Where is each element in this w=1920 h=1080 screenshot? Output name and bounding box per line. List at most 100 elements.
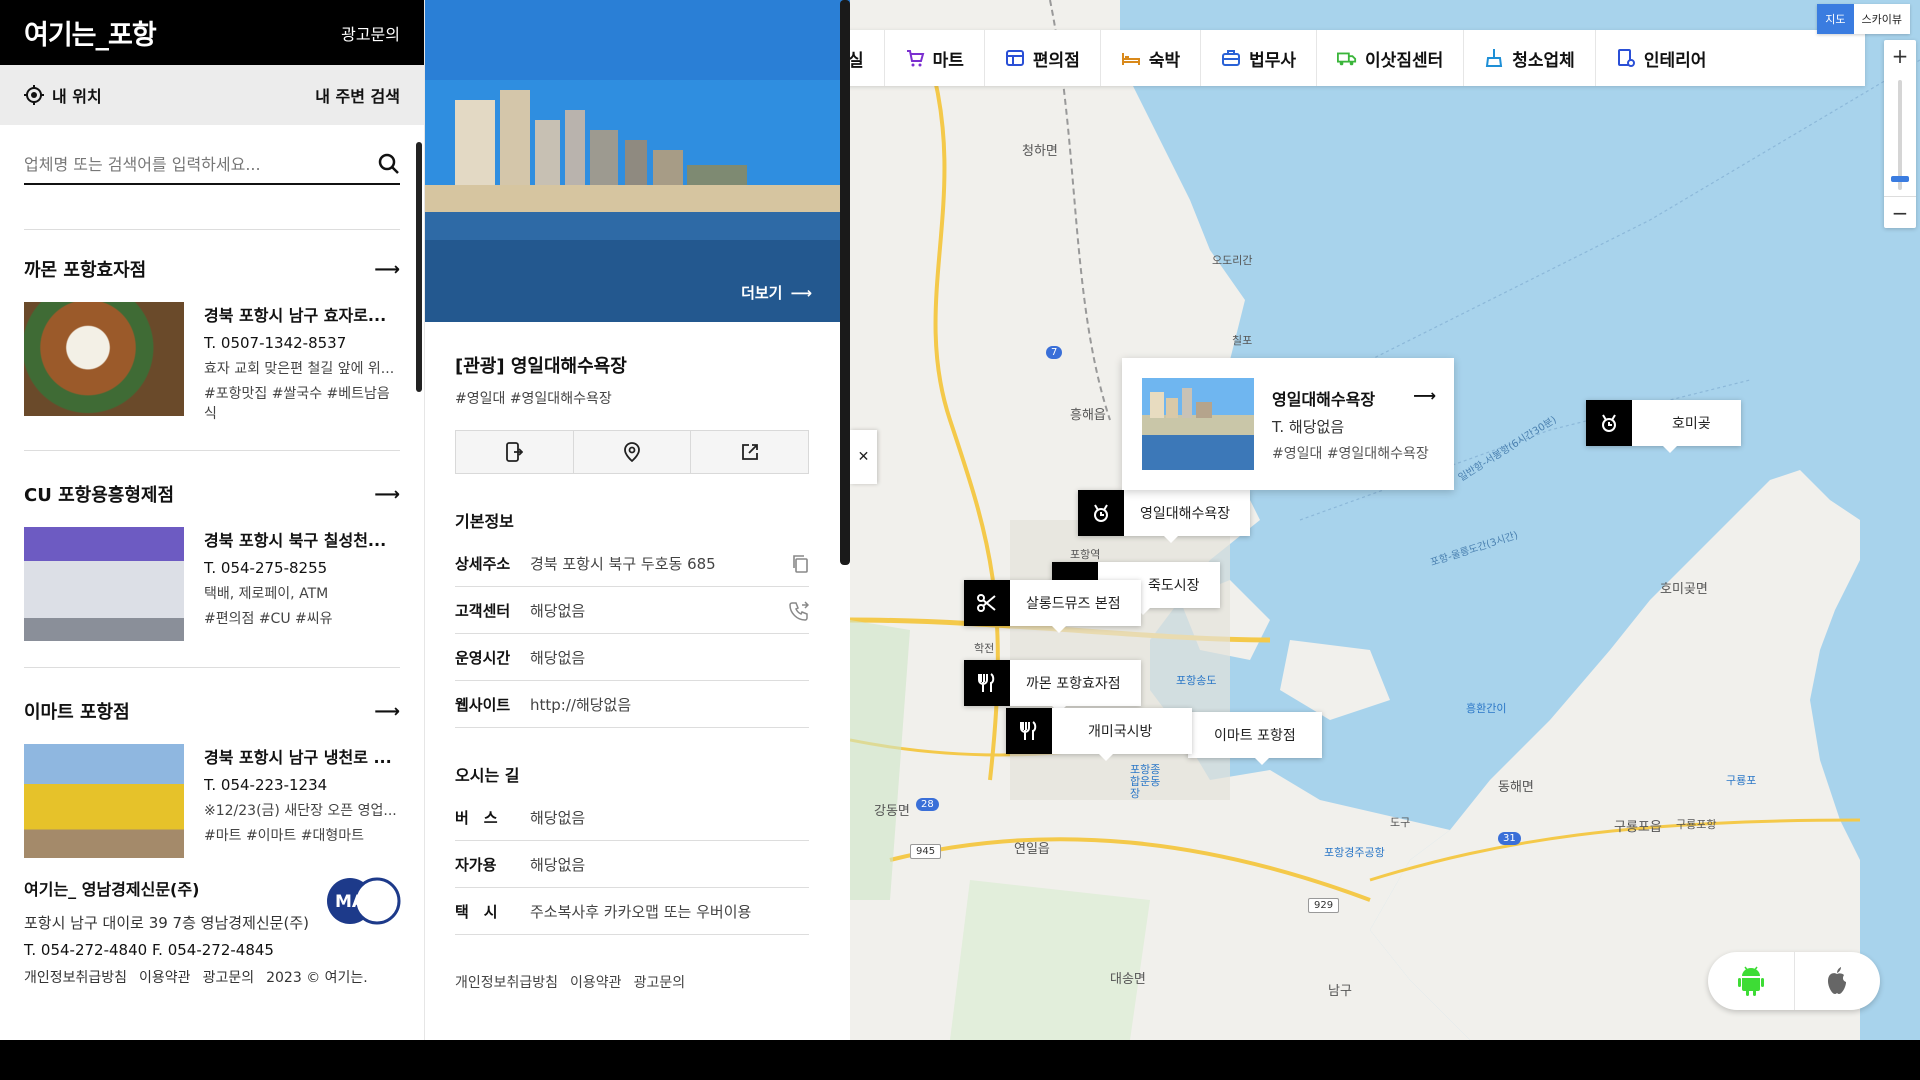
category-interior[interactable]: 인테리어 [1596,30,1727,86]
my-location-button[interactable]: 내 위치 [24,83,102,107]
open-external-button[interactable] [691,431,808,473]
logo-text: MA [335,892,366,912]
directions-heading: 오시는 길 [455,766,520,785]
popup-tel: T. 해당없음 [1272,417,1345,436]
map-view[interactable]: 청하면 오도리간 칠포 흥해읍 포항역 학전 포항송도 포항종합운동장 강동면 … [850,0,1920,1040]
category-lodging[interactable]: 숙박 [1101,30,1202,86]
map-marker[interactable]: 이마트 포항점 [1188,712,1322,765]
arrow-right-icon[interactable]: ⟶ [374,701,400,722]
map-type-map-button[interactable]: 지도 [1817,4,1854,34]
ad-inquiry-link[interactable]: 광고문의 [341,21,400,45]
nearby-search-button[interactable]: 내 주변 검색 [315,83,400,107]
phone-forward-icon[interactable] [789,601,809,621]
category-legal[interactable]: 법무사 [1201,30,1318,86]
search-box [24,145,400,185]
marker-label: 살롱드뮤즈 본점 [1026,596,1121,612]
hero-image: 더보기 ⟶ [425,0,850,322]
detail-panel: 더보기 ⟶ [관광] 영일대해수욕장 #영일대 #영일대해수욕장 기본정보 상세주… [425,0,850,1040]
map-label: 포항경주공항 [1324,846,1385,859]
category-cleaning[interactable]: 청소업체 [1464,30,1596,86]
list-item[interactable]: CU 포항용흥형제점 ⟶ 경북 포항시 북구 칠성천... T. 054-275-… [24,451,400,668]
detail-actions [455,430,809,474]
list-scrollbar[interactable] [416,142,422,392]
category-moving[interactable]: 이삿짐센터 [1317,30,1465,86]
list-item[interactable]: 까몬 포항효자점 ⟶ 경북 포항시 남구 효자로... T. 0507-1342-… [24,230,400,451]
map-type-skyview-button[interactable]: 스카이뷰 [1853,4,1910,34]
map-marker[interactable]: 개미국시방 [1006,708,1193,761]
road-number-badge: 929 [1308,898,1340,913]
category-label: 숙박 [1148,50,1181,71]
terms-link[interactable]: 이용약관 [139,967,191,987]
brand-header: 여기는_포항 광고문의 [0,0,424,65]
marker-label: 호미곶 [1672,416,1711,432]
list-item-name: 까몬 포항효자점 [24,260,147,281]
category-convenience-store[interactable]: 편의점 [985,30,1101,86]
privacy-policy-link[interactable]: 개인정보취급방침 [455,972,558,992]
more-label: 더보기 [741,284,783,302]
restaurant-icon [1006,708,1052,754]
info-row-hours: 운영시간 해당없음 [455,634,809,681]
zoom-slider-handle[interactable] [1891,176,1909,182]
phone-share-icon [506,442,524,462]
terms-link[interactable]: 이용약관 [570,972,622,992]
map-label: 도구 [1390,816,1411,829]
route-key: 자가용 [455,855,497,874]
detail-scrollbar[interactable] [840,0,850,565]
map-label: 동해면 [1498,780,1534,795]
category-mart[interactable]: 마트 [885,30,985,86]
info-value: 경북 포항시 북구 두호동 685 [530,554,716,573]
map-label: 포항역 [1070,548,1101,561]
info-row-website: 웹사이트 http://해당없음 [455,681,809,728]
list-item[interactable]: 이마트 포항점 ⟶ 경북 포항시 남구 냉천로 ... T. 054-223-12… [24,668,400,884]
popup-tags: #영일대 #영일대해수욕장 [1272,445,1429,462]
map-location-button[interactable] [574,431,692,473]
road-number-badge: 945 [910,844,942,859]
zoom-track[interactable] [1898,80,1902,190]
info-key: 웹사이트 [455,695,511,714]
paint-icon [1617,49,1635,67]
map-label: 구룡포항 [1676,818,1717,831]
arrow-right-icon: ⟶ [790,283,812,302]
android-download-button[interactable] [1708,952,1795,1010]
tourism-icon [1586,400,1632,446]
list-item-tel: T. 054-275-8255 [204,559,328,577]
zoom-control: + − [1884,40,1916,228]
road-number-badge: 31 [1498,832,1521,845]
share-app-button[interactable] [456,431,574,473]
ad-inquiry-link[interactable]: 광고문의 [634,972,686,992]
route-key: 택 시 [455,902,498,921]
info-value: 해당없음 [530,601,586,620]
map-background [850,0,1920,1040]
map-marker[interactable]: 살롱드뮤즈 본점 [964,580,1141,633]
map-label: 구룡포 [1726,774,1757,787]
map-marker[interactable]: 호미곶 [1586,400,1741,453]
map-label: 대송면 [1110,972,1146,987]
arrow-right-icon[interactable]: ⟶ [1413,386,1436,410]
ios-download-button[interactable] [1795,952,1881,1010]
arrow-right-icon[interactable]: ⟶ [374,484,400,505]
more-button[interactable]: 더보기 ⟶ [741,282,812,303]
map-marker[interactable]: 까몬 포항효자점 [964,660,1141,713]
copy-icon[interactable] [791,554,809,574]
place-popup[interactable]: 영일대해수욕장 ⟶ T. 해당없음 #영일대 #영일대해수욕장 [1122,358,1454,490]
location-target-icon [24,85,44,105]
map-marker[interactable]: 영일대해수욕장 [1078,490,1251,543]
map-label: 오도리간 [1212,254,1253,267]
zoom-in-button[interactable]: + [1884,40,1916,72]
marker-label: 개미국시방 [1088,724,1153,740]
list-panel: 여기는_포항 광고문의 내 위치 내 주변 검색 까몬 포항효자점 ⟶ 경북 포항… [0,0,425,1040]
marker-label: 영일대해수욕장 [1140,506,1231,522]
ad-inquiry-link[interactable]: 광고문의 [203,967,255,987]
search-input[interactable] [24,154,344,174]
category-label: 편의점 [1032,50,1080,71]
search-icon[interactable] [378,153,400,175]
close-detail-button[interactable]: ✕ [850,430,877,484]
privacy-policy-link[interactable]: 개인정보취급방침 [24,967,127,987]
site-logo[interactable]: 여기는_포항 [24,13,157,52]
website-link[interactable]: http://해당없음 [530,694,631,715]
android-icon [1737,966,1764,996]
list-item-tags: #마트 #이마트 #대형마트 [204,828,365,844]
info-key: 운영시간 [455,648,511,667]
arrow-right-icon[interactable]: ⟶ [374,259,400,280]
zoom-out-button[interactable]: − [1884,196,1916,228]
